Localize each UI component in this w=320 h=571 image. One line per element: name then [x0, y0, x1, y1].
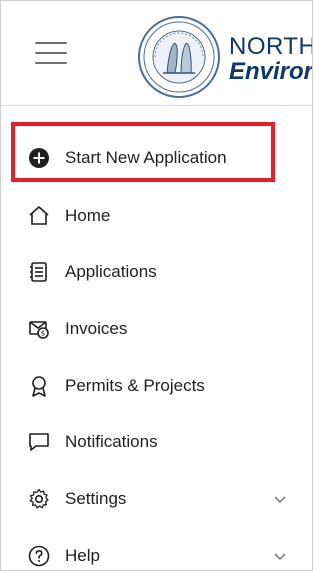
invoice-icon: $ [29, 321, 49, 339]
sidebar-item-label: Notifications [65, 432, 158, 451]
sidebar-item-label: Invoices [65, 319, 128, 338]
sidebar-item-home[interactable]: Home [1, 196, 312, 236]
sidebar-item-invoices[interactable]: $ Invoices [1, 309, 312, 349]
award-ribbon-icon [32, 376, 46, 397]
brand-line2: Enviror [229, 58, 313, 85]
brand-line1: NORTH [229, 33, 313, 60]
sidebar-item-notifications[interactable]: Notifications [1, 422, 312, 462]
sidebar-item-label: Settings [65, 489, 127, 508]
app-window: NORTH Enviror Start New Application Home [0, 0, 313, 571]
sidebar-item-label: Home [65, 206, 111, 225]
sidebar-item-label: Start New Application [65, 148, 227, 167]
chevron-down-icon[interactable] [272, 548, 288, 564]
sidebar-item-applications[interactable]: Applications [1, 252, 312, 292]
home-icon [29, 206, 49, 225]
help-circle-icon [28, 545, 50, 567]
svg-text:$: $ [41, 330, 45, 338]
sidebar-item-permits-projects[interactable]: Permits & Projects [1, 366, 312, 406]
nc-state-seal-icon[interactable] [137, 15, 221, 99]
document-list-icon [30, 262, 47, 282]
plus-circle-icon [29, 148, 49, 168]
sidebar-item-help[interactable]: Help [1, 536, 312, 570]
sidebar-item-start-new-application[interactable]: Start New Application [1, 138, 312, 178]
gear-icon [29, 488, 49, 509]
sidebar-item-label: Applications [65, 262, 157, 281]
sidebar-item-label: Permits & Projects [65, 376, 205, 395]
message-icon [29, 433, 49, 451]
sidebar-item-settings[interactable]: Settings [1, 479, 312, 519]
chevron-down-icon[interactable] [272, 491, 288, 507]
agency-brand[interactable]: NORTH Enviror [229, 33, 313, 85]
sidebar-item-label: Help [65, 546, 100, 565]
top-header: NORTH Enviror [1, 1, 312, 106]
hamburger-menu-icon[interactable] [35, 39, 69, 67]
